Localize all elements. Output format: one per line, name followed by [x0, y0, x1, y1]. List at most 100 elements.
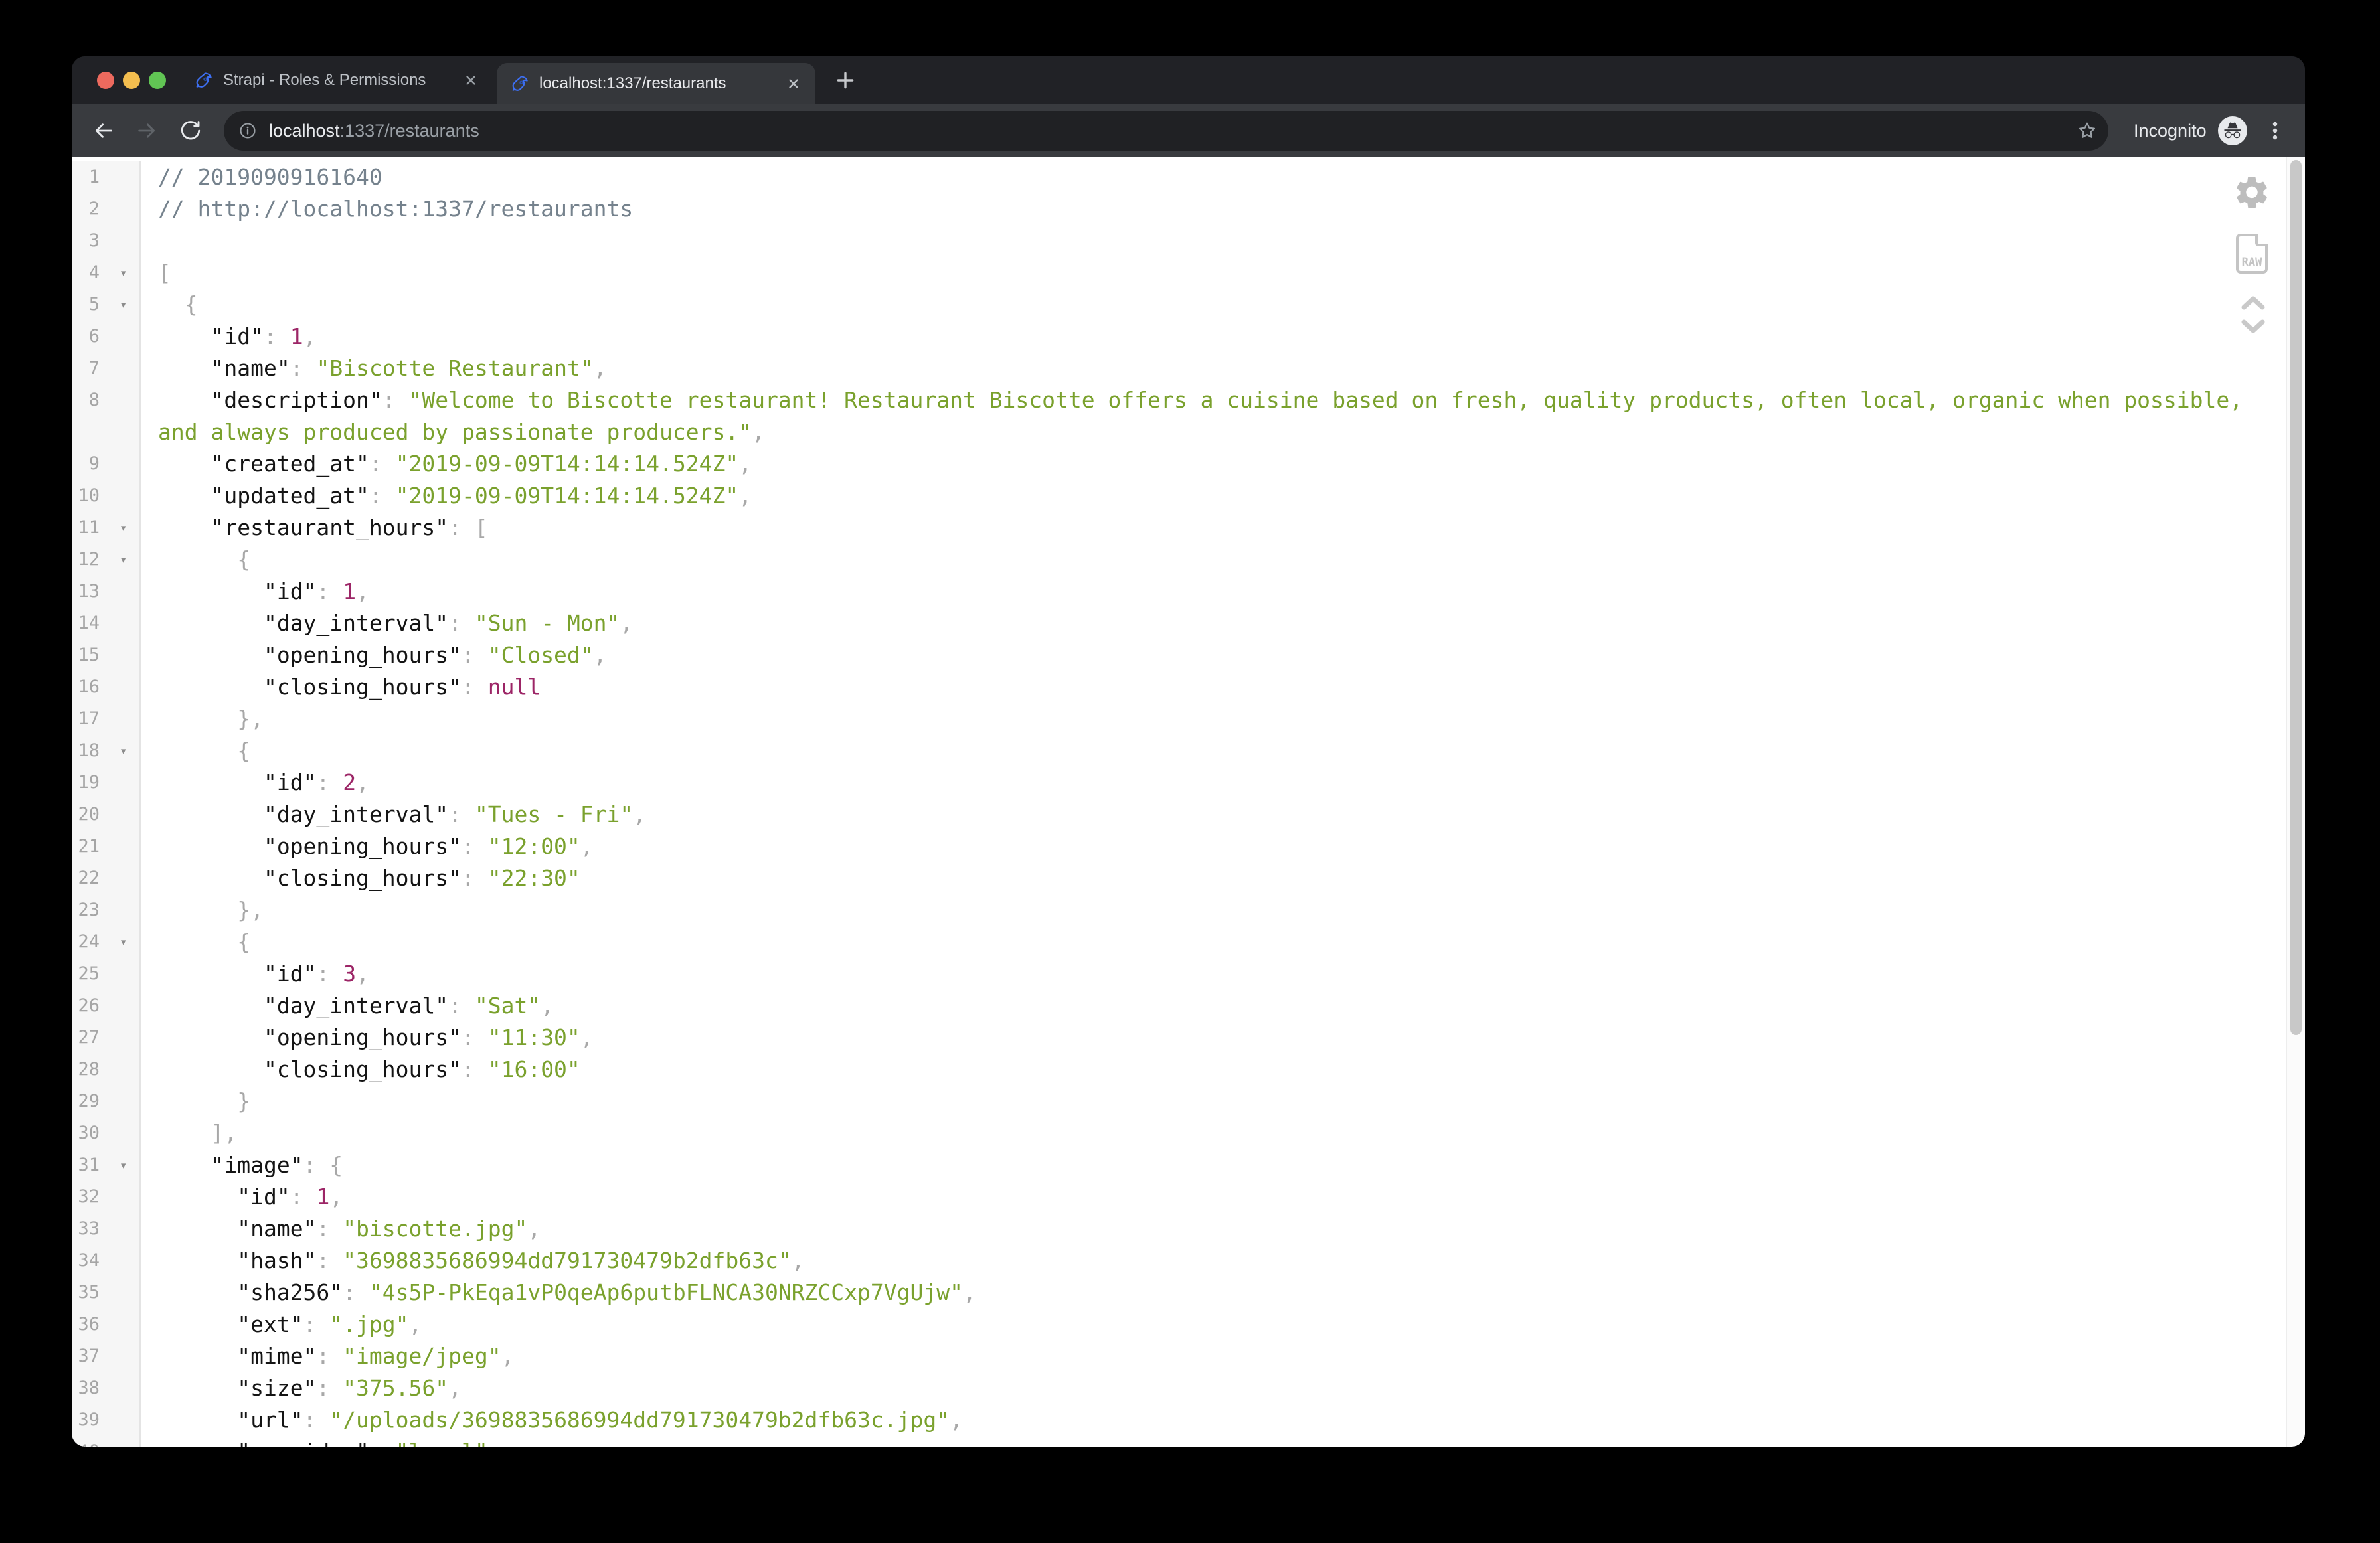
json-rows: 1// 201909091616402// http://localhost:1… — [72, 157, 2305, 1447]
line-number-gutter: 18▾ — [72, 735, 141, 767]
json-line: 34 "hash": "3698835686994dd791730479b2df… — [72, 1245, 2305, 1277]
scroll-down-chevron-icon[interactable] — [2240, 318, 2266, 335]
incognito-badge — [2218, 116, 2247, 145]
json-line: 5▾ { — [72, 289, 2305, 321]
line-number-gutter: 39 — [72, 1404, 141, 1436]
code-text: "id": 3, — [141, 958, 2252, 990]
tab-restaurants[interactable]: localhost:1337/restaurants — [497, 63, 815, 104]
reload-button[interactable] — [179, 120, 202, 142]
collapse-toggle-icon[interactable]: ▾ — [120, 257, 127, 289]
minimize-window-button[interactable] — [123, 72, 140, 89]
collapse-toggle-icon[interactable]: ▾ — [120, 512, 127, 544]
json-line: 26 "day_interval": "Sat", — [72, 990, 2305, 1022]
line-number-gutter: 19 — [72, 767, 141, 799]
collapse-toggle-icon[interactable]: ▾ — [120, 926, 127, 958]
code-text: "closing_hours": "16:00" — [141, 1054, 2252, 1086]
line-number-gutter: 17 — [72, 703, 141, 735]
json-line: 31▾ "image": { — [72, 1149, 2305, 1181]
json-line: 10 "updated_at": "2019-09-09T14:14:14.52… — [72, 480, 2305, 512]
line-number-gutter: 6 — [72, 321, 141, 353]
code-text: "closing_hours": null — [141, 671, 2252, 703]
line-number: 40 — [73, 1436, 100, 1447]
forward-button[interactable] — [135, 120, 158, 142]
json-line: 14 "day_interval": "Sun - Mon", — [72, 608, 2305, 639]
line-number: 5 — [73, 289, 100, 321]
browser-menu-icon[interactable] — [2270, 120, 2280, 142]
code-text: "description": "Welcome to Biscotte rest… — [141, 384, 2252, 448]
line-number: 1 — [73, 161, 100, 193]
line-number: 7 — [73, 353, 100, 384]
collapse-toggle-icon[interactable]: ▾ — [120, 735, 127, 767]
line-number-gutter: 14 — [72, 608, 141, 639]
code-text: "opening_hours": "12:00", — [141, 831, 2252, 862]
url-path: :1337/restaurants — [340, 121, 479, 141]
address-bar[interactable]: localhost:1337/restaurants — [224, 111, 2108, 151]
line-number: 3 — [73, 225, 100, 257]
code-text: "hash": "3698835686994dd791730479b2dfb63… — [141, 1245, 2252, 1277]
line-number-gutter: 35 — [72, 1277, 141, 1309]
tab-strapi[interactable]: Strapi - Roles & Permissions — [183, 56, 490, 104]
code-text: ], — [141, 1117, 2252, 1149]
line-number-gutter: 2 — [72, 193, 141, 225]
scrollbar-track[interactable] — [2286, 157, 2305, 1447]
line-number: 30 — [73, 1117, 100, 1149]
json-line: 20 "day_interval": "Tues - Fri", — [72, 799, 2305, 831]
tab-close-icon[interactable] — [785, 75, 802, 92]
code-text: "url": "/uploads/3698835686994dd79173047… — [141, 1404, 2252, 1436]
json-line: 16 "closing_hours": null — [72, 671, 2305, 703]
line-number: 26 — [73, 990, 100, 1022]
json-line: 38 "size": "375.56", — [72, 1372, 2305, 1404]
line-number: 28 — [73, 1054, 100, 1086]
line-number-gutter: 12▾ — [72, 544, 141, 576]
new-tab-button[interactable] — [834, 69, 857, 92]
line-number: 21 — [73, 831, 100, 862]
line-number-gutter: 3 — [72, 225, 141, 257]
code-text: "id": 2, — [141, 767, 2252, 799]
json-line: 18▾ { — [72, 735, 2305, 767]
code-text: "ext": ".jpg", — [141, 1309, 2252, 1340]
scrollbar-thumb[interactable] — [2290, 160, 2302, 1035]
line-number: 4 — [73, 257, 100, 289]
json-line: 22 "closing_hours": "22:30" — [72, 862, 2305, 894]
collapse-toggle-icon[interactable]: ▾ — [120, 289, 127, 321]
scroll-up-chevron-icon[interactable] — [2240, 294, 2266, 311]
line-number: 33 — [73, 1213, 100, 1245]
json-line: 13 "id": 1, — [72, 576, 2305, 608]
json-line: 6 "id": 1, — [72, 321, 2305, 353]
json-line: 19 "id": 2, — [72, 767, 2305, 799]
back-button[interactable] — [92, 120, 115, 142]
json-line: 4▾[ — [72, 257, 2305, 289]
json-line: 21 "opening_hours": "12:00", — [72, 831, 2305, 862]
maximize-window-button[interactable] — [149, 72, 166, 89]
line-number: 16 — [73, 671, 100, 703]
json-line: 3 — [72, 225, 2305, 257]
code-text: "opening_hours": "11:30", — [141, 1022, 2252, 1054]
json-line: 40 "provider": "local", — [72, 1436, 2305, 1447]
line-number-gutter: 40 — [72, 1436, 141, 1447]
code-text: } — [141, 1086, 2252, 1117]
line-number: 13 — [73, 576, 100, 608]
site-info-icon[interactable] — [238, 122, 257, 140]
code-text: "name": "Biscotte Restaurant", — [141, 353, 2252, 384]
bookmark-star-icon[interactable] — [2077, 120, 2098, 141]
viewer-settings-gear-icon[interactable] — [2233, 174, 2270, 211]
json-line: 29 } — [72, 1086, 2305, 1117]
line-number: 23 — [73, 894, 100, 926]
code-text: { — [141, 544, 2252, 576]
raw-view-button[interactable]: RAW — [2236, 234, 2268, 274]
line-number-gutter: 28 — [72, 1054, 141, 1086]
line-number: 20 — [73, 799, 100, 831]
line-number-gutter: 31▾ — [72, 1149, 141, 1181]
collapse-toggle-icon[interactable]: ▾ — [120, 1149, 127, 1181]
tab-close-icon[interactable] — [462, 72, 479, 89]
close-window-button[interactable] — [97, 72, 114, 89]
json-line: 15 "opening_hours": "Closed", — [72, 639, 2305, 671]
window-controls — [97, 72, 166, 89]
json-viewer: 1// 201909091616402// http://localhost:1… — [72, 157, 2305, 1447]
code-text: // 20190909161640 — [141, 161, 2252, 193]
collapse-toggle-icon[interactable]: ▾ — [120, 544, 127, 576]
code-text: { — [141, 926, 2252, 958]
strapi-favicon-icon — [510, 74, 530, 94]
json-line: 8 "description": "Welcome to Biscotte re… — [72, 384, 2305, 448]
line-number-gutter: 26 — [72, 990, 141, 1022]
